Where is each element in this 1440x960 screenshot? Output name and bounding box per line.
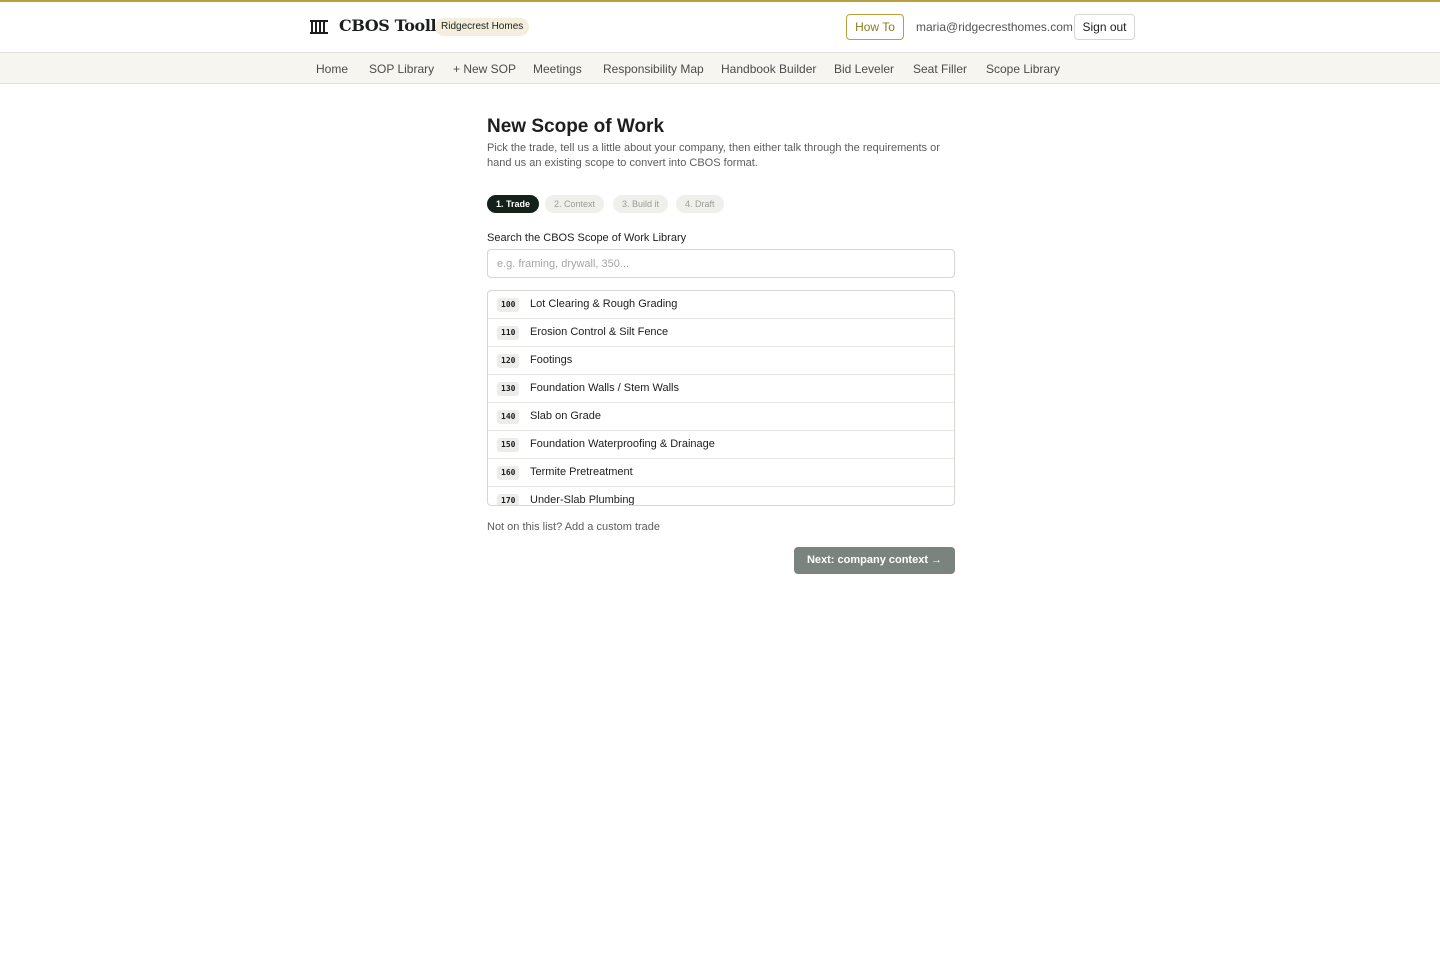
trade-code-badge: 110	[497, 326, 520, 340]
trade-row[interactable]: 110 Erosion Control & Silt Fence	[488, 319, 954, 347]
trade-name: Foundation Walls / Stem Walls	[530, 382, 679, 394]
trade-row[interactable]: 160 Termite Pretreatment	[488, 459, 954, 487]
trade-row[interactable]: 100 Lot Clearing & Rough Grading	[488, 291, 954, 319]
nav-item-seat-filler[interactable]: Seat Filler	[913, 62, 967, 76]
nav-item-scope-library[interactable]: Scope Library	[986, 62, 1060, 76]
trade-name: Lot Clearing & Rough Grading	[530, 298, 678, 310]
trade-name: Slab on Grade	[530, 410, 601, 422]
trade-code-badge: 100	[497, 298, 520, 312]
app-header: CBOS Toolkit Ridgecrest Homes How To mar…	[0, 2, 1440, 52]
nav-item-meetings[interactable]: Meetings	[533, 62, 582, 76]
trade-code-badge: 130	[497, 382, 520, 396]
page-title: New Scope of Work	[487, 116, 665, 137]
trade-search-input[interactable]	[487, 249, 955, 278]
trade-list[interactable]: 100 Lot Clearing & Rough Grading 110 Ero…	[487, 290, 955, 506]
trade-code-badge: 140	[497, 410, 520, 424]
step-trade[interactable]: 1. Trade	[487, 195, 540, 213]
add-custom-trade-link[interactable]: Not on this list? Add a custom trade	[487, 521, 660, 533]
step-context[interactable]: 2. Context	[545, 195, 605, 213]
next-company-context-button[interactable]: Next: company context →	[794, 547, 955, 574]
nav-item-bid-leveler[interactable]: Bid Leveler	[834, 62, 894, 76]
trade-row[interactable]: 130 Foundation Walls / Stem Walls	[488, 375, 954, 403]
trade-code-badge: 160	[497, 466, 520, 480]
search-label: Search the CBOS Scope of Work Library	[487, 232, 687, 244]
nav-item-handbook-builder[interactable]: Handbook Builder	[721, 62, 816, 76]
page-description: Pick the trade, tell us a little about y…	[487, 142, 940, 169]
trade-name: Foundation Waterproofing & Drainage	[530, 438, 715, 450]
trade-name: Footings	[530, 354, 573, 366]
step-build-it[interactable]: 3. Build it	[613, 195, 669, 213]
trade-code-badge: 170	[497, 494, 520, 505]
how-to-button[interactable]: How To	[846, 14, 904, 40]
trade-row[interactable]: 150 Foundation Waterproofing & Drainage	[488, 431, 954, 459]
columns-logo-icon	[310, 20, 328, 34]
nav-item-new-sop[interactable]: + New SOP	[453, 62, 516, 76]
nav-item-home[interactable]: Home	[316, 62, 348, 76]
nav-item-sop-library[interactable]: SOP Library	[369, 62, 434, 76]
trade-name: Under-Slab Plumbing	[530, 494, 635, 506]
trade-row[interactable]: 120 Footings	[488, 347, 954, 375]
trade-code-badge: 120	[497, 354, 520, 368]
company-badge: Ridgecrest Homes	[435, 18, 530, 36]
trade-code-badge: 150	[497, 438, 520, 452]
trade-row[interactable]: 140 Slab on Grade	[488, 403, 954, 431]
nav-item-responsibility-map[interactable]: Responsibility Map	[603, 62, 704, 76]
user-email: maria@ridgecresthomes.com	[916, 20, 1073, 34]
trade-name: Erosion Control & Silt Fence	[530, 326, 669, 338]
sign-out-button[interactable]: Sign out	[1074, 14, 1135, 40]
step-draft[interactable]: 4. Draft	[676, 195, 724, 213]
main-nav: Home SOP Library + New SOP Meetings Resp…	[0, 52, 1440, 84]
trade-row[interactable]: 170 Under-Slab Plumbing	[488, 487, 954, 506]
trade-name: Termite Pretreatment	[530, 466, 633, 478]
